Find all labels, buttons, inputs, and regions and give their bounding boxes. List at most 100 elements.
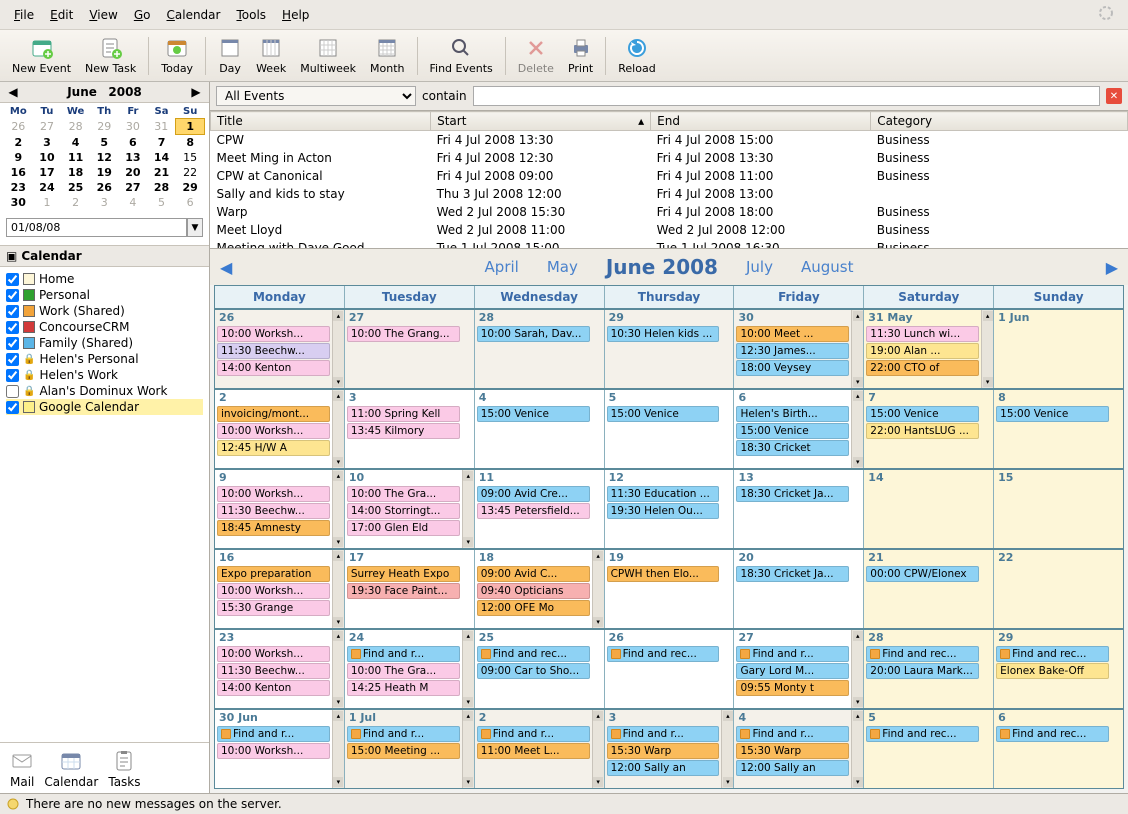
scroll-down[interactable]: ▾ bbox=[463, 537, 473, 547]
calendar-checkbox[interactable] bbox=[6, 321, 19, 334]
scroll-down[interactable]: ▾ bbox=[333, 777, 343, 787]
event-chip[interactable]: 10:00 Meet ... bbox=[736, 326, 849, 342]
scroll-down[interactable]: ▾ bbox=[853, 457, 863, 467]
day-cell[interactable]: 19CPWH then Elo... bbox=[605, 550, 735, 628]
scroll-down[interactable]: ▾ bbox=[593, 617, 603, 627]
event-chip[interactable]: 13:45 Petersfield... bbox=[477, 503, 590, 519]
day-cell[interactable]: 28Find and rec...20:00 Laura Mark... bbox=[864, 630, 994, 708]
scroll-down[interactable]: ▾ bbox=[333, 617, 343, 627]
scroll-up[interactable]: ▴ bbox=[333, 551, 343, 561]
calendar-item[interactable]: Personal bbox=[6, 287, 203, 303]
day-cell[interactable]: 1010:00 The Gra...14:00 Storringt...17:0… bbox=[345, 470, 475, 548]
minical-day[interactable]: 6 bbox=[176, 195, 205, 210]
day-cell[interactable]: 2610:00 Worksh...11:30 Beechw...14:00 Ke… bbox=[215, 310, 345, 388]
day-scrollbar[interactable]: ▴▾ bbox=[851, 710, 863, 788]
clear-search-icon[interactable]: ✕ bbox=[1106, 88, 1122, 104]
event-chip[interactable]: 22:00 CTO of bbox=[866, 360, 979, 376]
day-cell[interactable]: 515:00 Venice bbox=[605, 390, 735, 468]
event-chip[interactable]: 09:00 Avid Cre... bbox=[477, 486, 590, 502]
event-chip[interactable]: 12:00 OFE Mo bbox=[477, 600, 590, 616]
minical-day[interactable]: 29 bbox=[90, 119, 119, 135]
day-cell[interactable]: 2810:00 Sarah, Dav... bbox=[475, 310, 605, 388]
event-row[interactable]: WarpWed 2 Jul 2008 15:30Fri 4 Jul 2008 1… bbox=[211, 203, 1128, 221]
scroll-down[interactable]: ▾ bbox=[333, 697, 343, 707]
event-chip[interactable]: Find and r... bbox=[347, 646, 460, 662]
event-chip[interactable]: 11:30 Lunch wi... bbox=[866, 326, 979, 342]
scroll-down[interactable]: ▾ bbox=[853, 377, 863, 387]
event-chip[interactable]: 19:00 Alan ... bbox=[866, 343, 979, 359]
nav-prev-arrow[interactable]: ◀ bbox=[220, 258, 232, 277]
event-chip[interactable]: Expo preparation bbox=[217, 566, 330, 582]
event-chip[interactable]: 17:00 Glen Eld bbox=[347, 520, 460, 536]
menu-go[interactable]: Go bbox=[126, 6, 159, 24]
minical-day[interactable]: 29 bbox=[176, 180, 205, 195]
calendar-list-header[interactable]: ▣ Calendar bbox=[0, 245, 209, 267]
minical-day[interactable]: 2 bbox=[4, 135, 33, 151]
toolbar-month[interactable]: Month bbox=[364, 34, 410, 77]
event-chip[interactable]: 14:00 Kenton bbox=[217, 680, 330, 696]
minical-day[interactable]: 16 bbox=[4, 165, 33, 180]
event-chip[interactable]: 15:30 Grange bbox=[217, 600, 330, 616]
minical-day[interactable]: 31 bbox=[147, 119, 176, 135]
calendar-item[interactable]: Work (Shared) bbox=[6, 303, 203, 319]
event-row[interactable]: Sally and kids to stayThu 3 Jul 2008 12:… bbox=[211, 185, 1128, 203]
minical-day[interactable]: 23 bbox=[4, 180, 33, 195]
scroll-up[interactable]: ▴ bbox=[853, 711, 863, 721]
event-chip[interactable]: 14:25 Heath M bbox=[347, 680, 460, 696]
calendar-checkbox[interactable] bbox=[6, 273, 19, 286]
scroll-down[interactable]: ▾ bbox=[853, 697, 863, 707]
day-scrollbar[interactable]: ▴▾ bbox=[851, 310, 863, 388]
minical-day[interactable]: 26 bbox=[4, 119, 33, 135]
event-chip[interactable]: 15:00 Venice bbox=[996, 406, 1109, 422]
minical-day[interactable]: 7 bbox=[147, 135, 176, 151]
calendar-item[interactable]: ConcourseCRM bbox=[6, 319, 203, 335]
date-dropdown[interactable]: ▼ bbox=[187, 218, 203, 237]
nav-mail[interactable]: Mail bbox=[10, 749, 34, 789]
scroll-up[interactable]: ▴ bbox=[593, 551, 603, 561]
day-cell[interactable]: 4Find and r...15:30 Warp12:00 Sally an▴▾ bbox=[734, 710, 864, 788]
day-cell[interactable]: 2310:00 Worksh...11:30 Beechw...14:00 Ke… bbox=[215, 630, 345, 708]
calendar-item[interactable]: Home bbox=[6, 271, 203, 287]
event-chip[interactable]: 10:00 The Gra... bbox=[347, 663, 460, 679]
event-chip[interactable]: 18:30 Cricket Ja... bbox=[736, 486, 849, 502]
minical-day[interactable]: 4 bbox=[119, 195, 148, 210]
toolbar-multiweek[interactable]: Multiweek bbox=[294, 34, 362, 77]
day-cell[interactable]: 26Find and rec... bbox=[605, 630, 735, 708]
minical-day[interactable]: 28 bbox=[61, 119, 90, 135]
minical-day[interactable]: 22 bbox=[176, 165, 205, 180]
calendar-checkbox[interactable] bbox=[6, 401, 19, 414]
col-header[interactable]: Start ▴ bbox=[431, 112, 651, 131]
event-chip[interactable]: 10:00 Worksh... bbox=[217, 326, 330, 342]
event-chip[interactable]: 18:30 Cricket Ja... bbox=[736, 566, 849, 582]
calendar-checkbox[interactable] bbox=[6, 353, 19, 366]
scroll-up[interactable]: ▴ bbox=[333, 711, 343, 721]
day-cell[interactable]: 14 bbox=[864, 470, 994, 548]
event-chip[interactable]: 14:00 Kenton bbox=[217, 360, 330, 376]
nav-month-plus2[interactable]: August bbox=[801, 258, 854, 276]
event-chip[interactable]: 09:55 Monty t bbox=[736, 680, 849, 696]
event-chip[interactable]: invoicing/mont... bbox=[217, 406, 330, 422]
minical-day[interactable]: 1 bbox=[33, 195, 62, 210]
event-chip[interactable]: 12:00 Sally an bbox=[736, 760, 849, 776]
day-cell[interactable]: 24Find and r...10:00 The Gra...14:25 Hea… bbox=[345, 630, 475, 708]
minical-day[interactable]: 27 bbox=[119, 180, 148, 195]
event-chip[interactable]: Find and rec... bbox=[866, 646, 979, 662]
day-cell[interactable]: 715:00 Venice22:00 HantsLUG ... bbox=[864, 390, 994, 468]
minical-day[interactable]: 27 bbox=[33, 119, 62, 135]
scroll-up[interactable]: ▴ bbox=[853, 631, 863, 641]
minical[interactable]: MoTuWeThFrSaSu26272829303112345678910111… bbox=[0, 103, 209, 214]
event-chip[interactable]: Find and rec... bbox=[477, 646, 590, 662]
scroll-up[interactable]: ▴ bbox=[983, 311, 993, 321]
event-chip[interactable]: Gary Lord M... bbox=[736, 663, 849, 679]
toolbar-new-task[interactable]: New Task bbox=[79, 34, 142, 77]
event-chip[interactable]: 11:30 Beechw... bbox=[217, 663, 330, 679]
minical-day[interactable]: 1 bbox=[176, 119, 205, 135]
event-chip[interactable]: Surrey Heath Expo bbox=[347, 566, 460, 582]
day-scrollbar[interactable]: ▴▾ bbox=[462, 470, 474, 548]
event-chip[interactable]: 15:00 Venice bbox=[736, 423, 849, 439]
minical-day[interactable]: 13 bbox=[119, 150, 148, 165]
event-chip[interactable]: 11:00 Spring Kell bbox=[347, 406, 460, 422]
scroll-down[interactable]: ▾ bbox=[593, 777, 603, 787]
minical-day[interactable]: 15 bbox=[176, 150, 205, 165]
calendar-item[interactable]: 🔒Alan's Dominux Work bbox=[6, 383, 203, 399]
